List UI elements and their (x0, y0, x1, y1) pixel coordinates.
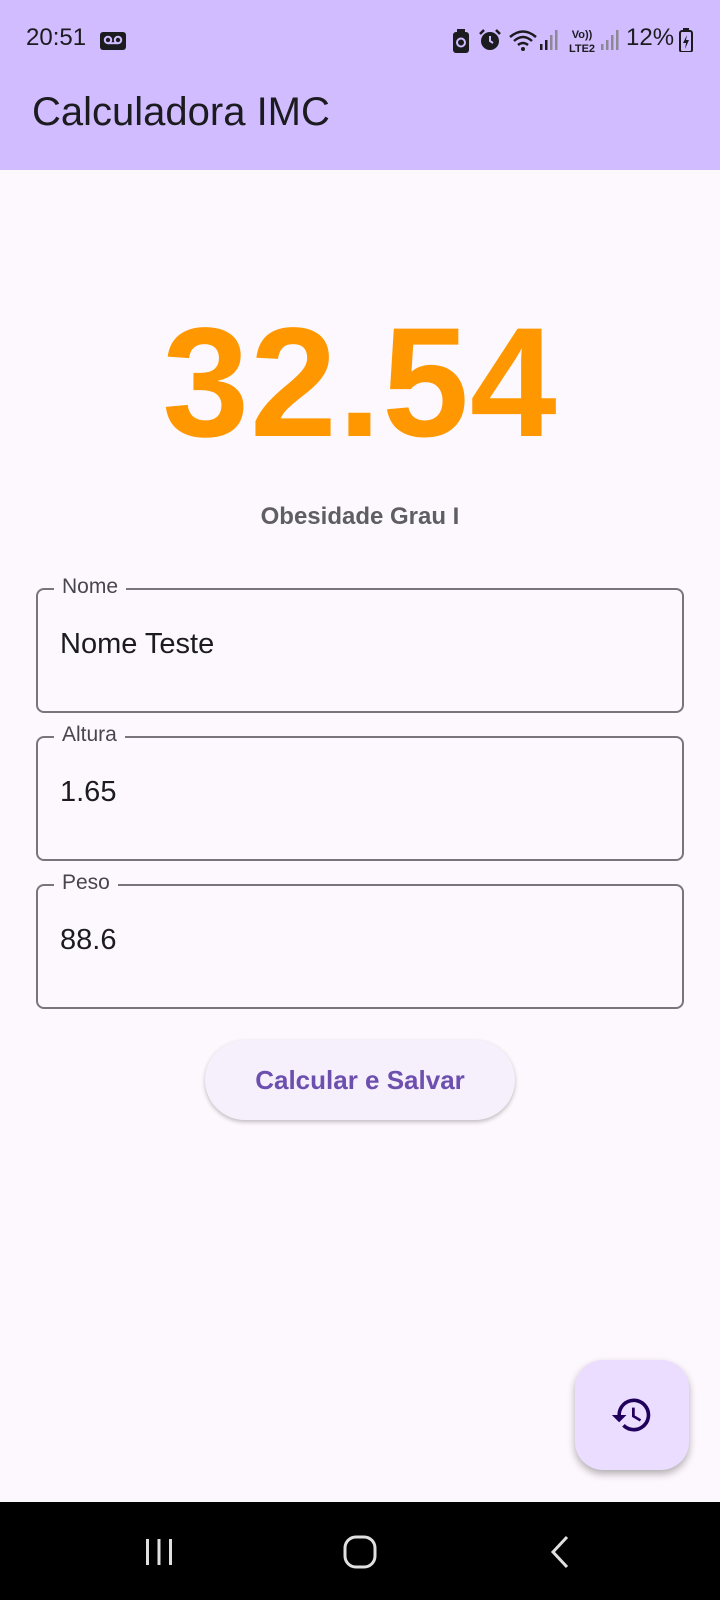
bmi-value: 32.54 (162, 296, 558, 470)
volte-line1: Vo)) (572, 29, 593, 41)
voicemail-icon (100, 32, 126, 50)
history-icon (611, 1398, 651, 1432)
name-field-label: Nome (54, 575, 127, 599)
bmi-category: Obesidade Grau I (260, 503, 460, 530)
status-bar: 20:51 Vo)) LTE2 12% (0, 0, 720, 84)
home-icon[interactable] (342, 1534, 378, 1570)
weight-field[interactable]: Peso (36, 871, 684, 1009)
navigation-bar (0, 1502, 720, 1600)
height-input[interactable] (60, 776, 660, 809)
calculate-save-button[interactable]: Calcular e Salvar (205, 1040, 515, 1120)
back-icon[interactable] (548, 1534, 572, 1570)
volte-icon: Vo)) LTE2 (569, 29, 595, 55)
height-field[interactable]: Altura (36, 723, 684, 861)
battery-percentage: 12% (626, 24, 675, 51)
name-input[interactable] (60, 628, 660, 661)
height-field-label: Altura (54, 723, 125, 747)
battery-icon (679, 28, 693, 52)
weight-field-label: Peso (54, 871, 118, 895)
signal-icon (540, 30, 558, 50)
wifi-icon (509, 30, 537, 51)
weight-input[interactable] (60, 924, 660, 957)
recent-apps-icon[interactable] (143, 1536, 175, 1568)
battery-saver-icon (453, 29, 469, 53)
history-fab[interactable] (575, 1360, 689, 1470)
volte-line2: LTE2 (569, 43, 595, 55)
name-field[interactable]: Nome (36, 575, 684, 713)
app-title: Calculadora IMC (32, 90, 330, 134)
alarm-icon (479, 29, 501, 50)
signal-icon (601, 30, 619, 50)
status-time: 20:51 (26, 24, 87, 51)
